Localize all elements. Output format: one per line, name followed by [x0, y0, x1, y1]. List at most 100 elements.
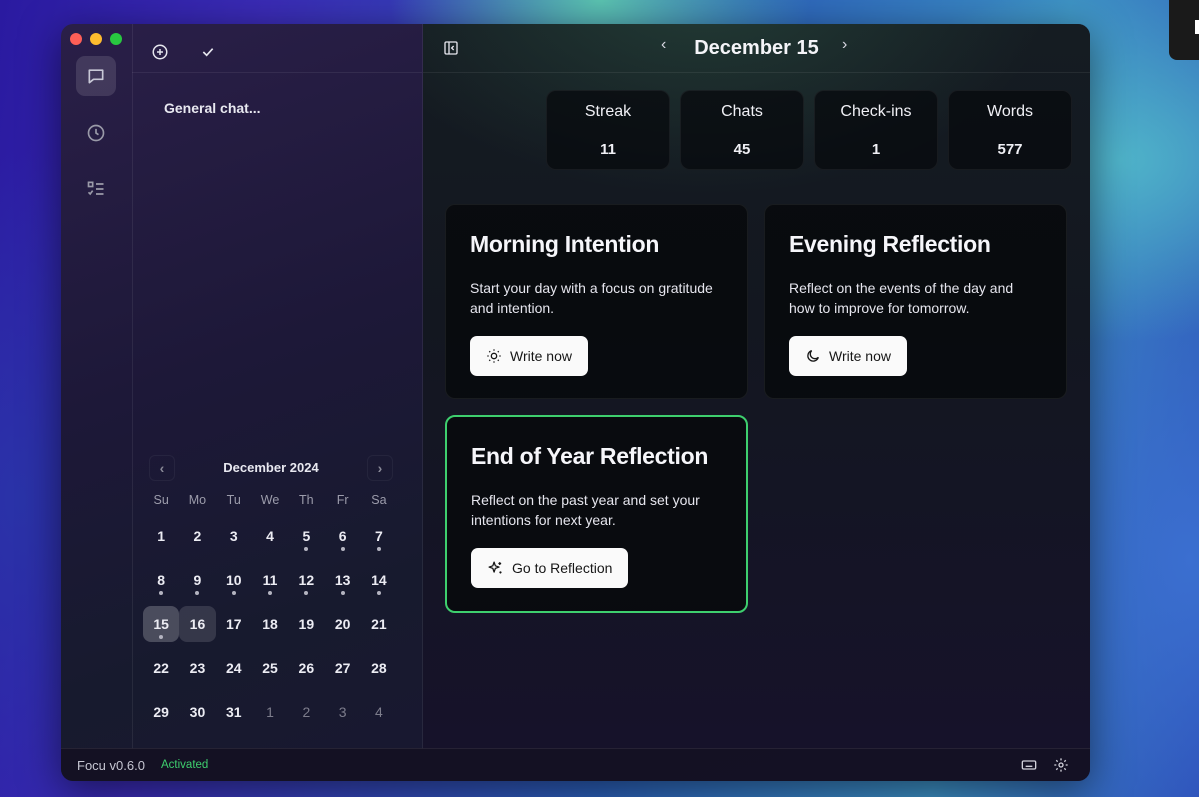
day-number: 4 — [266, 528, 274, 544]
close-window-button[interactable] — [70, 33, 82, 45]
card-description: Start your day with a focus on gratitude… — [470, 280, 713, 316]
calendar-day[interactable]: 22 — [143, 650, 179, 686]
day-number: 1 — [266, 704, 274, 720]
minimize-window-button[interactable] — [90, 33, 102, 45]
end-of-year-reflection-card: End of Year Reflection Reflect on the pa… — [445, 415, 748, 613]
calendar-day[interactable]: 5 — [288, 518, 324, 554]
calendar-day[interactable]: 9 — [179, 562, 215, 598]
calendar-day[interactable]: 3 — [324, 694, 360, 730]
day-number: 7 — [375, 528, 383, 544]
prev-month-button[interactable]: ‹ — [149, 455, 175, 481]
calendar-day[interactable]: 14 — [361, 562, 397, 598]
calendar-day[interactable]: 28 — [361, 650, 397, 686]
entry-indicator-dot — [195, 591, 200, 595]
day-number: 8 — [157, 572, 166, 588]
stat-card-checkins: Check-ins 1 — [814, 90, 938, 170]
status-bar: Focu v0.6.0 Activated — [61, 748, 1090, 781]
chat-list-item[interactable]: General chat... — [164, 100, 260, 116]
new-chat-button[interactable] — [147, 39, 173, 65]
keyboard-shortcuts-button[interactable] — [1016, 752, 1042, 778]
clock-icon — [87, 124, 105, 142]
calendar-day[interactable]: 4 — [252, 518, 288, 554]
day-number: 29 — [153, 704, 169, 720]
go-to-reflection-button[interactable]: Go to Reflection — [471, 548, 629, 588]
calendar-day[interactable]: 26 — [288, 650, 324, 686]
calendar-day[interactable]: 21 — [361, 606, 397, 642]
mark-complete-button[interactable] — [195, 39, 221, 65]
rail-history-button[interactable] — [76, 113, 116, 153]
calendar-day[interactable]: 11 — [252, 562, 288, 598]
calendar-day[interactable]: 3 — [216, 518, 252, 554]
morning-write-now-button[interactable]: Write now — [470, 336, 588, 376]
stat-label: Check-ins — [840, 103, 912, 120]
settings-button[interactable] — [1048, 752, 1074, 778]
zoom-window-button[interactable] — [110, 33, 122, 45]
rail-chat-button[interactable] — [76, 56, 116, 96]
calendar-day[interactable]: 4 — [361, 694, 397, 730]
calendar-day[interactable]: 2 — [179, 518, 215, 554]
calendar-day[interactable]: 10 — [216, 562, 252, 598]
calendar-day[interactable]: 6 — [324, 518, 360, 554]
calendar-day[interactable]: 31 — [216, 694, 252, 730]
calendar-day[interactable]: 17 — [216, 606, 252, 642]
calendar-day[interactable]: 23 — [179, 650, 215, 686]
calendar-day[interactable]: 7 — [361, 518, 397, 554]
card-title: End of Year Reflection — [471, 443, 709, 469]
next-month-button[interactable]: › — [367, 455, 393, 481]
chevron-right-icon: › — [377, 460, 383, 476]
calendar-day[interactable]: 13 — [324, 562, 360, 598]
calendar-day[interactable]: 25 — [252, 650, 288, 686]
entry-indicator-dot — [304, 591, 309, 595]
weekday-label: Tu — [226, 493, 241, 507]
chevron-left-icon: ‹ — [159, 460, 165, 476]
button-label: Write now — [829, 348, 891, 364]
calendar-day[interactable]: 19 — [288, 606, 324, 642]
activation-status: Activated — [161, 759, 209, 771]
calendar-day[interactable]: 1 — [252, 694, 288, 730]
day-number: 25 — [262, 660, 278, 676]
weekday-label: Th — [299, 493, 314, 507]
day-number: 3 — [338, 704, 347, 720]
day-number: 13 — [334, 572, 351, 588]
calendar-day[interactable]: 30 — [179, 694, 215, 730]
calendar-day[interactable]: 29 — [143, 694, 179, 730]
weekday-label: We — [260, 493, 280, 507]
main-header: ‹ December 15 › — [423, 24, 1090, 73]
day-number: 14 — [371, 572, 387, 588]
keyboard-icon — [1021, 760, 1037, 770]
next-day-button[interactable]: › — [842, 36, 847, 54]
calendar-grid: Su Mo Tu We Th Fr Sa 1 2 3 4 5 6 7 8 9 10 11 12 13 14 15 16 17 1… — [143, 486, 399, 734]
evening-write-now-button[interactable]: Write now — [789, 336, 907, 376]
day-number: 26 — [298, 660, 315, 676]
page-title: December 15 — [694, 37, 819, 59]
calendar-day-selected[interactable]: 15 — [143, 606, 180, 642]
sparkles-icon — [488, 560, 502, 573]
day-number: 2 — [302, 704, 311, 720]
calendar-day[interactable]: 8 — [143, 562, 179, 598]
day-number: 22 — [153, 660, 169, 676]
checklist-icon — [87, 181, 104, 196]
stat-card-words: Words 577 — [948, 90, 1072, 170]
day-number: 18 — [262, 616, 278, 632]
calendar-day[interactable]: 27 — [324, 650, 360, 686]
day-number: 28 — [371, 660, 387, 676]
calendar-day[interactable]: 20 — [324, 606, 360, 642]
calendar-day[interactable]: 12 — [288, 562, 324, 598]
calendar-day[interactable]: 2 — [288, 694, 324, 730]
day-number: 21 — [371, 616, 387, 632]
sidebar-toolbar — [132, 24, 422, 73]
weekday-label: Mo — [188, 493, 207, 507]
calendar-day[interactable]: 1 — [143, 518, 179, 554]
day-number: 11 — [262, 572, 278, 588]
day-number: 12 — [298, 572, 315, 588]
card-description: Reflect on the past year and set your in… — [471, 492, 700, 528]
calendar-day[interactable]: 16 — [179, 606, 216, 642]
entry-indicator-dot — [159, 591, 164, 595]
check-icon — [202, 48, 214, 57]
calendar-day[interactable]: 24 — [216, 650, 252, 686]
day-number: 30 — [189, 704, 206, 720]
weekday-label: Fr — [336, 493, 349, 507]
day-number: 23 — [189, 660, 206, 676]
rail-checkins-button[interactable] — [76, 169, 116, 209]
calendar-day[interactable]: 18 — [252, 606, 288, 642]
